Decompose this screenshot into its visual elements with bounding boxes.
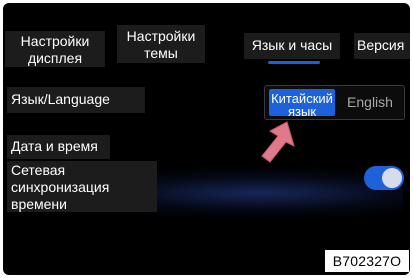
active-tab-indicator xyxy=(268,61,320,64)
date-time-label[interactable]: Дата и время xyxy=(7,135,110,159)
arrow-icon xyxy=(261,121,295,163)
toggle-knob xyxy=(382,168,402,188)
network-time-sync-toggle[interactable] xyxy=(364,166,404,190)
network-time-sync-label: Сетевая синхронизация времени xyxy=(7,161,157,212)
language-option-english[interactable]: English xyxy=(339,94,401,114)
tab-language-clock[interactable]: Язык и часы xyxy=(244,33,340,59)
tab-language-clock-label: Язык и часы xyxy=(251,37,333,53)
tab-theme-settings[interactable]: Настройки темы xyxy=(117,25,205,63)
tab-version-label: Версия xyxy=(357,37,405,53)
tab-theme-settings-label: Настройки темы xyxy=(126,28,196,61)
language-option-chinese[interactable]: Китайский язык xyxy=(269,89,335,116)
figure-code: B702327O xyxy=(325,250,409,272)
tab-version[interactable]: Версия xyxy=(354,33,410,59)
language-switch[interactable]: Китайский язык English xyxy=(264,85,405,120)
tab-display-settings[interactable]: Настройки дисплея xyxy=(5,31,105,67)
tab-display-settings-label: Настройки дисплея xyxy=(20,33,90,66)
language-setting-label: Язык/Language xyxy=(7,87,145,113)
